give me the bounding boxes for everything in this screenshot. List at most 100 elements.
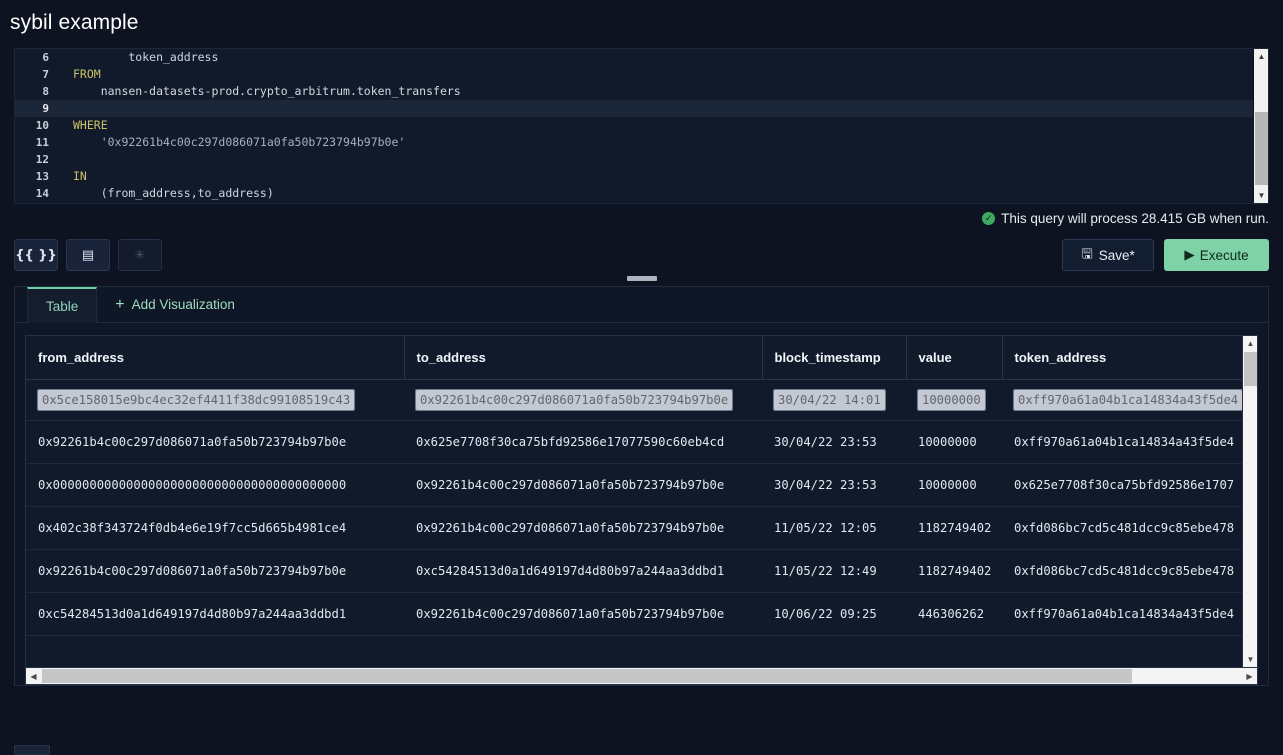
grid-scroll-down-arrow-icon[interactable]: ▼ (1243, 652, 1257, 667)
grid-horizontal-scrollbar[interactable]: ◀ ▶ (26, 667, 1257, 684)
grid-scroll-right-arrow-icon[interactable]: ▶ (1242, 668, 1257, 684)
table-cell[interactable]: 446306262 (906, 592, 1002, 636)
query-parameters-button[interactable]: {{ }} (14, 239, 58, 271)
table-cell[interactable]: 10000000 (906, 463, 1002, 507)
code-line[interactable]: 6 token_address (15, 49, 1253, 66)
table-row[interactable]: 0x5ce158015e9bc4ec32ef4411f38dc99108519c… (26, 379, 1242, 421)
tab-label: Table (46, 298, 79, 314)
table-cell[interactable]: 0x5ce158015e9bc4ec32ef4411f38dc99108519c… (26, 379, 404, 421)
grid-scroll-left-arrow-icon[interactable]: ◀ (26, 668, 41, 684)
line-number: 7 (42, 68, 49, 81)
code-text: WHERE (59, 117, 108, 134)
code-line[interactable]: 8 nansen-datasets-prod.crypto_arbitrum.t… (15, 83, 1253, 100)
table-cell[interactable]: 0xff970a61a04b1ca14834a43f5de4 (1002, 420, 1242, 464)
code-line[interactable]: 7 FROM (15, 66, 1253, 83)
tab-add-visualization[interactable]: + Add Visualization (97, 287, 253, 322)
grid-vertical-scrollbar-thumb[interactable] (1244, 352, 1257, 386)
editor-toolbar: {{ }} ▤ ✳ 🖫 Save* ▶ Execute (14, 238, 1269, 272)
code-token: IN (73, 169, 87, 183)
grid-horizontal-scrollbar-thumb[interactable] (42, 669, 1132, 683)
code-text: IN (59, 168, 87, 185)
code-line[interactable]: 11 '0x92261b4c00c297d086071a0fa50b723794… (15, 134, 1253, 151)
table-cell[interactable]: 0xfd086bc7cd5c481dcc9c85ebe478 (1002, 506, 1242, 550)
grid-scroll-up-arrow-icon[interactable]: ▲ (1243, 336, 1257, 351)
table-cell[interactable]: 10000000 (906, 379, 1002, 421)
results-table-header-row: from_address to_address block_timestamp val… (26, 336, 1242, 380)
table-cell[interactable]: 1182749402 (906, 506, 1002, 550)
table-cell[interactable]: 0xc54284513d0a1d649197d4d80b97a244aa3ddb… (404, 549, 762, 593)
table-row[interactable]: 0x402c38f343724f0db4e6e19f7cc5d665b4981c… (26, 506, 1242, 550)
column-header[interactable]: value (906, 336, 1003, 380)
table-cell[interactable]: 30/04/22 23:53 (762, 420, 906, 464)
code-line[interactable]: 10 WHERE (15, 117, 1253, 134)
table-cell[interactable]: 30/04/22 14:01 (762, 379, 906, 421)
code-line[interactable]: 15 (15, 202, 1253, 203)
selected-cell-value: 0x5ce158015e9bc4ec32ef4411f38dc99108519c… (36, 389, 356, 411)
table-cell[interactable]: 10000000 (906, 420, 1002, 464)
grid-vertical-scrollbar[interactable]: ▲ ▼ (1242, 336, 1257, 667)
table-row[interactable]: 0xc54284513d0a1d649197d4d80b97a244aa3ddb… (26, 592, 1242, 636)
save-button[interactable]: 🖫 Save* (1062, 239, 1154, 271)
table-cell[interactable]: 0x92261b4c00c297d086071a0fa50b723794b97b… (404, 463, 762, 507)
line-number: 14 (35, 187, 49, 200)
table-cell[interactable]: 0x625e7708f30ca75bfd92586e17077590c60eb4… (404, 420, 762, 464)
column-header[interactable]: to_address (404, 336, 763, 380)
sql-editor-panel[interactable]: 6 token_address 7 FROM 8 nansen-datasets-pr… (14, 48, 1269, 204)
selected-cell-value: 0xff970a61a04b1ca14834a43f5de4 (1012, 389, 1242, 411)
table-cell[interactable]: 10/06/22 09:25 (762, 592, 906, 636)
code-text: (from_address,to_address) (59, 185, 274, 202)
sparkle-icon: ✳ (134, 247, 146, 263)
table-cell[interactable]: 11/05/22 12:49 (762, 549, 906, 593)
save-disk-icon: 🖫 (1081, 245, 1093, 261)
editor-scrollbar-thumb[interactable] (1255, 112, 1268, 185)
table-cell[interactable]: 11/05/22 12:05 (762, 506, 906, 550)
editor-vertical-scrollbar[interactable]: ▲ ▼ (1253, 49, 1268, 203)
code-line[interactable]: 13 IN (15, 168, 1253, 185)
table-cell[interactable]: 0xfd086bc7cd5c481dcc9c85ebe478 (1002, 549, 1242, 593)
sql-code-area[interactable]: 6 token_address 7 FROM 8 nansen-datasets-pr… (15, 49, 1253, 203)
line-number: 6 (42, 51, 49, 64)
panel-resize-handle[interactable] (0, 272, 1283, 286)
table-row[interactable]: 0x92261b4c00c297d086071a0fa50b723794b97b… (26, 420, 1242, 464)
table-cell[interactable]: 0x625e7708f30ca75bfd92586e1707 (1002, 463, 1242, 507)
table-cell[interactable]: 0x402c38f343724f0db4e6e19f7cc5d665b4981c… (26, 506, 404, 550)
line-number: 11 (35, 136, 49, 149)
code-line[interactable]: 12 (15, 151, 1253, 168)
table-row[interactable]: 0x00000000000000000000000000000000000000… (26, 463, 1242, 507)
table-cell[interactable]: 30/04/22 23:53 (762, 463, 906, 507)
play-icon: ▶ (1184, 247, 1195, 262)
code-line[interactable]: 9 (15, 100, 1253, 117)
table-row[interactable]: 0x92261b4c00c297d086071a0fa50b723794b97b… (26, 549, 1242, 593)
results-tabbar: Table + Add Visualization (15, 287, 1268, 323)
execute-button[interactable]: ▶ Execute (1164, 239, 1269, 271)
table-cell[interactable]: 0x92261b4c00c297d086071a0fa50b723794b97b… (26, 549, 404, 593)
column-header[interactable]: token_address (1002, 336, 1242, 380)
table-cell[interactable]: 0x92261b4c00c297d086071a0fa50b723794b97b… (404, 506, 762, 550)
column-header[interactable]: from_address (26, 336, 405, 380)
table-cell[interactable]: 0x92261b4c00c297d086071a0fa50b723794b97b… (404, 592, 762, 636)
table-cell[interactable]: 0x92261b4c00c297d086071a0fa50b723794b97b… (26, 420, 404, 464)
table-cell[interactable]: 0x92261b4c00c297d086071a0fa50b723794b97b… (404, 379, 762, 421)
save-button-label: Save* (1098, 247, 1135, 263)
code-token: nansen-datasets-prod.crypto_arbitrum.tok… (73, 84, 461, 98)
code-line[interactable]: 14 (from_address,to_address) (15, 185, 1253, 202)
scroll-up-arrow-icon[interactable]: ▲ (1254, 49, 1268, 64)
page-title: sybil example (10, 11, 139, 34)
table-cell[interactable]: 0xc54284513d0a1d649197d4d80b97a244aa3ddb… (26, 592, 404, 636)
table-cell[interactable]: 1182749402 (906, 549, 1002, 593)
format-query-button[interactable]: ▤ (66, 239, 110, 271)
table-cell[interactable]: 0xff970a61a04b1ca14834a43f5de4 (1002, 592, 1242, 636)
tab-table[interactable]: Table (27, 287, 98, 323)
results-grid: from_address to_address block_timestamp val… (25, 335, 1258, 685)
table-cell[interactable]: 0x00000000000000000000000000000000000000… (26, 463, 404, 507)
bottom-placeholder-element (14, 745, 50, 755)
scroll-down-arrow-icon[interactable]: ▼ (1254, 188, 1268, 203)
autocomplete-magic-button[interactable]: ✳ (118, 239, 162, 271)
query-cost-text: This query will process 28.415 GB when r… (1001, 210, 1269, 226)
code-token: WHERE (73, 118, 108, 132)
table-cell[interactable]: 0xff970a61a04b1ca14834a43f5de4 (1002, 379, 1242, 421)
resize-grip-icon[interactable] (626, 276, 657, 281)
results-table: from_address to_address block_timestamp val… (26, 336, 1242, 636)
query-cost-notice: ✓ This query will process 28.415 GB when… (0, 208, 1269, 228)
column-header[interactable]: block_timestamp (762, 336, 907, 380)
